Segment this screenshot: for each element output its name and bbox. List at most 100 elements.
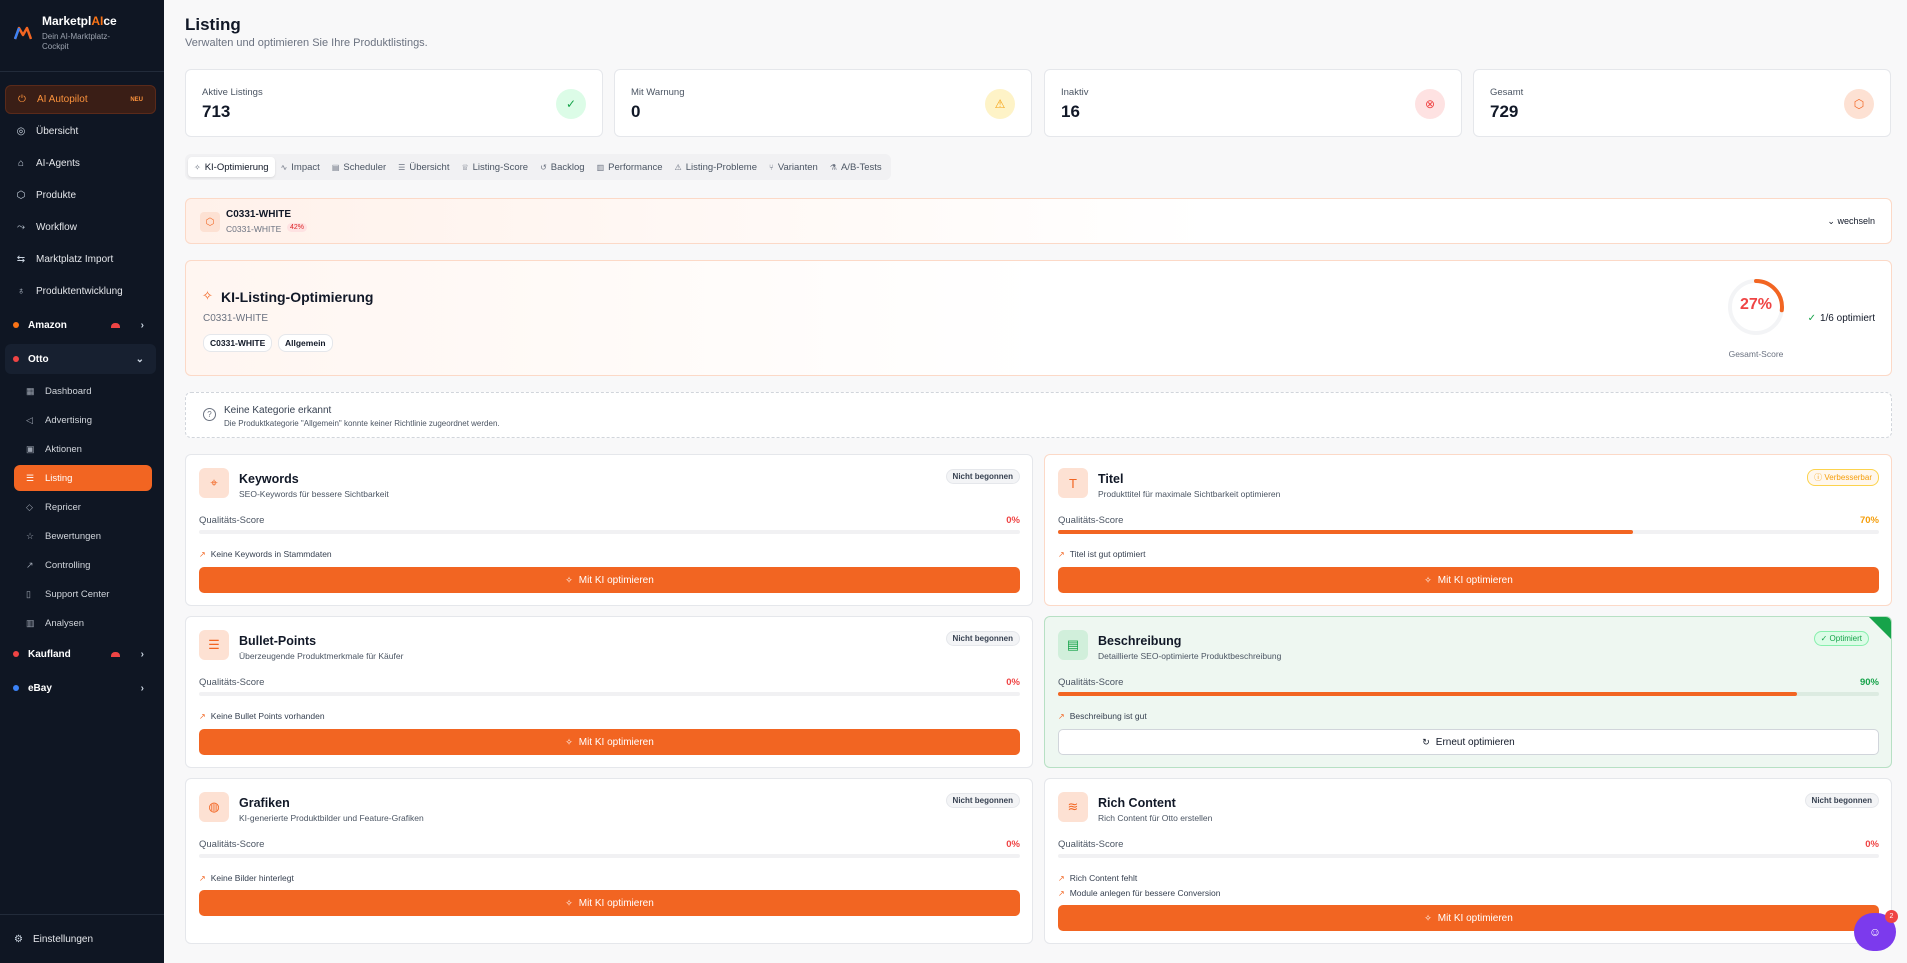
- marketplace-label: Amazon: [28, 319, 67, 331]
- marketplace-kaufland[interactable]: Kaufland ›: [5, 639, 156, 669]
- tab-ab-tests[interactable]: ⚗ A/B-Tests: [824, 157, 888, 177]
- quality-score-bar: [199, 530, 1020, 534]
- sidebar-item-dashboard[interactable]: ▦ Dashboard: [14, 378, 152, 404]
- status-badge-label: Optimiert: [1829, 634, 1862, 643]
- category-notice: ? Keine Kategorie erkannt Die Produktkat…: [185, 392, 1892, 438]
- optimize-bullets-button[interactable]: ✧ Mit KI optimieren: [199, 729, 1020, 755]
- activity-icon: ∿: [280, 162, 288, 172]
- trend-icon: ↗: [1058, 889, 1065, 898]
- optimize-rich-content-button[interactable]: ✧ Mit KI optimieren: [1058, 905, 1879, 931]
- notice-title: Keine Kategorie erkannt: [224, 405, 332, 416]
- refresh-icon: ↻: [1422, 736, 1430, 747]
- tab-label: Übersicht: [409, 161, 450, 173]
- marketplace-ebay[interactable]: eBay ›: [5, 673, 156, 703]
- card-title: Titel: [1098, 472, 1124, 486]
- sidebar-item-workflow[interactable]: ⤳ Workflow: [5, 213, 156, 242]
- sidebar-item-label: Controlling: [45, 559, 91, 571]
- tab-impact[interactable]: ∿ Impact: [275, 157, 326, 177]
- reoptimize-description-button[interactable]: ↻ Erneut optimieren: [1058, 729, 1879, 755]
- brand[interactable]: MarketplAIce Dein AI-Marktplatz-Cockpit: [0, 0, 164, 72]
- tab-label: Performance: [608, 161, 663, 173]
- tab-ki-optimierung[interactable]: ✧ KI-Optimierung: [188, 157, 275, 177]
- text-icon: T: [1058, 468, 1088, 498]
- tab-bar: ✧ KI-Optimierung ∿ Impact ▤ Scheduler ☰ Über…: [185, 154, 891, 180]
- sparkles-icon: ✧: [565, 574, 573, 585]
- stat-value: 16: [1061, 102, 1080, 121]
- sidebar-item-label: Dashboard: [45, 385, 92, 397]
- stat-label: Inaktiv: [1061, 87, 1089, 98]
- check-circle-icon: ✓: [1807, 313, 1816, 324]
- optimization-sku: C0331-WHITE: [203, 313, 269, 324]
- card-bullet-points: ☰ Bullet-Points Überzeugende Produktmerk…: [185, 616, 1033, 768]
- sidebar-item-label: Analysen: [45, 617, 85, 629]
- switch-product-button[interactable]: ⌄ wechseln: [1827, 216, 1875, 227]
- sidebar-item-uebersicht[interactable]: ◎ Übersicht: [5, 117, 156, 146]
- card-subtitle: Rich Content für Otto erstellen: [1098, 813, 1213, 823]
- tab-listing-probleme[interactable]: ⚠ Listing-Probleme: [669, 157, 763, 177]
- sidebar-item-produkte[interactable]: ⬡ Produkte: [5, 181, 156, 210]
- sidebar-item-produktentwicklung[interactable]: ♁ Produktentwicklung: [5, 277, 156, 306]
- tab-performance[interactable]: ▥ Performance: [591, 157, 669, 177]
- sidebar-item-bewertungen[interactable]: ☆ Bewertungen: [14, 523, 152, 549]
- logo-icon: [14, 26, 32, 40]
- chart-icon: ▥: [26, 617, 35, 628]
- card-title: Rich Content: [1098, 796, 1176, 810]
- sparkles-icon: ✧: [1424, 574, 1432, 585]
- sidebar-item-ai-autopilot[interactable]: ⏻ AI Autopilot NEU: [5, 85, 156, 114]
- quality-score-value: 0%: [1006, 839, 1020, 850]
- megaphone-icon: ◁: [26, 414, 33, 425]
- marketplace-amazon[interactable]: Amazon ›: [5, 310, 156, 340]
- sidebar-item-label: AI-Agents: [36, 158, 80, 169]
- sidebar-item-analysen[interactable]: ▥ Analysen: [14, 610, 152, 636]
- sidebar-item-settings[interactable]: ⚙ Einstellungen: [0, 914, 164, 963]
- tab-listing-score[interactable]: ♕ Listing-Score: [455, 157, 534, 177]
- status-dot: [13, 356, 19, 362]
- tab-label: Listing-Score: [472, 161, 529, 173]
- tab-label: A/B-Tests: [840, 161, 882, 173]
- status-badge: Nicht begonnen: [945, 793, 1020, 808]
- optimize-title-button[interactable]: ✧ Mit KI optimieren: [1058, 567, 1879, 593]
- sidebar-item-listing[interactable]: ☰ Listing: [14, 465, 152, 491]
- sidebar-item-ai-agents[interactable]: ⌂ AI-Agents: [5, 149, 156, 178]
- note: ↗ Module anlegen für bessere Conversion: [1058, 888, 1220, 898]
- bot-icon: ☺: [1868, 925, 1882, 939]
- status-badge: ✓ Optimiert: [1813, 631, 1869, 646]
- note: ↗ Keine Bullet Points vorhanden: [199, 711, 325, 721]
- card-title: Bullet-Points: [239, 634, 317, 648]
- quality-score-bar: [1058, 854, 1879, 858]
- tab-backlog[interactable]: ↺ Backlog: [534, 157, 591, 177]
- history-icon: ↺: [540, 162, 547, 172]
- status-badge: Nicht begonnen: [945, 469, 1020, 484]
- sidebar: MarketplAIce Dein AI-Marktplatz-Cockpit …: [0, 0, 164, 963]
- note: ↗ Titel ist gut optimiert: [1058, 549, 1145, 559]
- marketplace-otto[interactable]: Otto ⌄: [5, 344, 156, 374]
- note: ↗ Beschreibung ist gut: [1058, 711, 1147, 721]
- trend-icon: ↗: [26, 559, 34, 570]
- tab-uebersicht[interactable]: ☰ Übersicht: [392, 157, 455, 177]
- category-chip: Allgemein: [278, 334, 333, 352]
- tab-varianten[interactable]: ⑂ Varianten: [763, 157, 824, 177]
- sidebar-item-support-center[interactable]: ▯ Support Center: [14, 581, 152, 607]
- star-icon: ☆: [26, 530, 35, 541]
- tags-icon: ⌖: [199, 468, 229, 498]
- marketplace-label: Kaufland: [28, 648, 71, 660]
- tab-scheduler[interactable]: ▤ Scheduler: [326, 157, 392, 177]
- sidebar-item-label: Marktplatz Import: [36, 254, 114, 265]
- stat-value: 0: [631, 102, 641, 121]
- sidebar-item-repricer[interactable]: ◇ Repricer: [14, 494, 152, 520]
- button-label: Mit KI optimieren: [578, 574, 654, 586]
- tab-label: Impact: [291, 161, 320, 173]
- bar-chart-icon: ▥: [596, 162, 605, 172]
- palette-icon: ◍: [199, 792, 229, 822]
- sidebar-item-controlling[interactable]: ↗ Controlling: [14, 552, 152, 578]
- optimize-keywords-button[interactable]: ✧ Mit KI optimieren: [199, 567, 1020, 593]
- box-icon: ⬡: [16, 190, 26, 201]
- sidebar-item-marktplatz-import[interactable]: ⇆ Marktplatz Import: [5, 245, 156, 274]
- autopilot-icon: ⏻: [18, 94, 26, 105]
- trend-icon: ↗: [199, 874, 206, 883]
- help-icon: ?: [203, 408, 216, 421]
- sidebar-item-advertising[interactable]: ◁ Advertising: [14, 407, 152, 433]
- trend-icon: ↗: [1058, 712, 1065, 721]
- optimize-graphics-button[interactable]: ✧ Mit KI optimieren: [199, 890, 1020, 916]
- sidebar-item-aktionen[interactable]: ▣ Aktionen: [14, 436, 152, 462]
